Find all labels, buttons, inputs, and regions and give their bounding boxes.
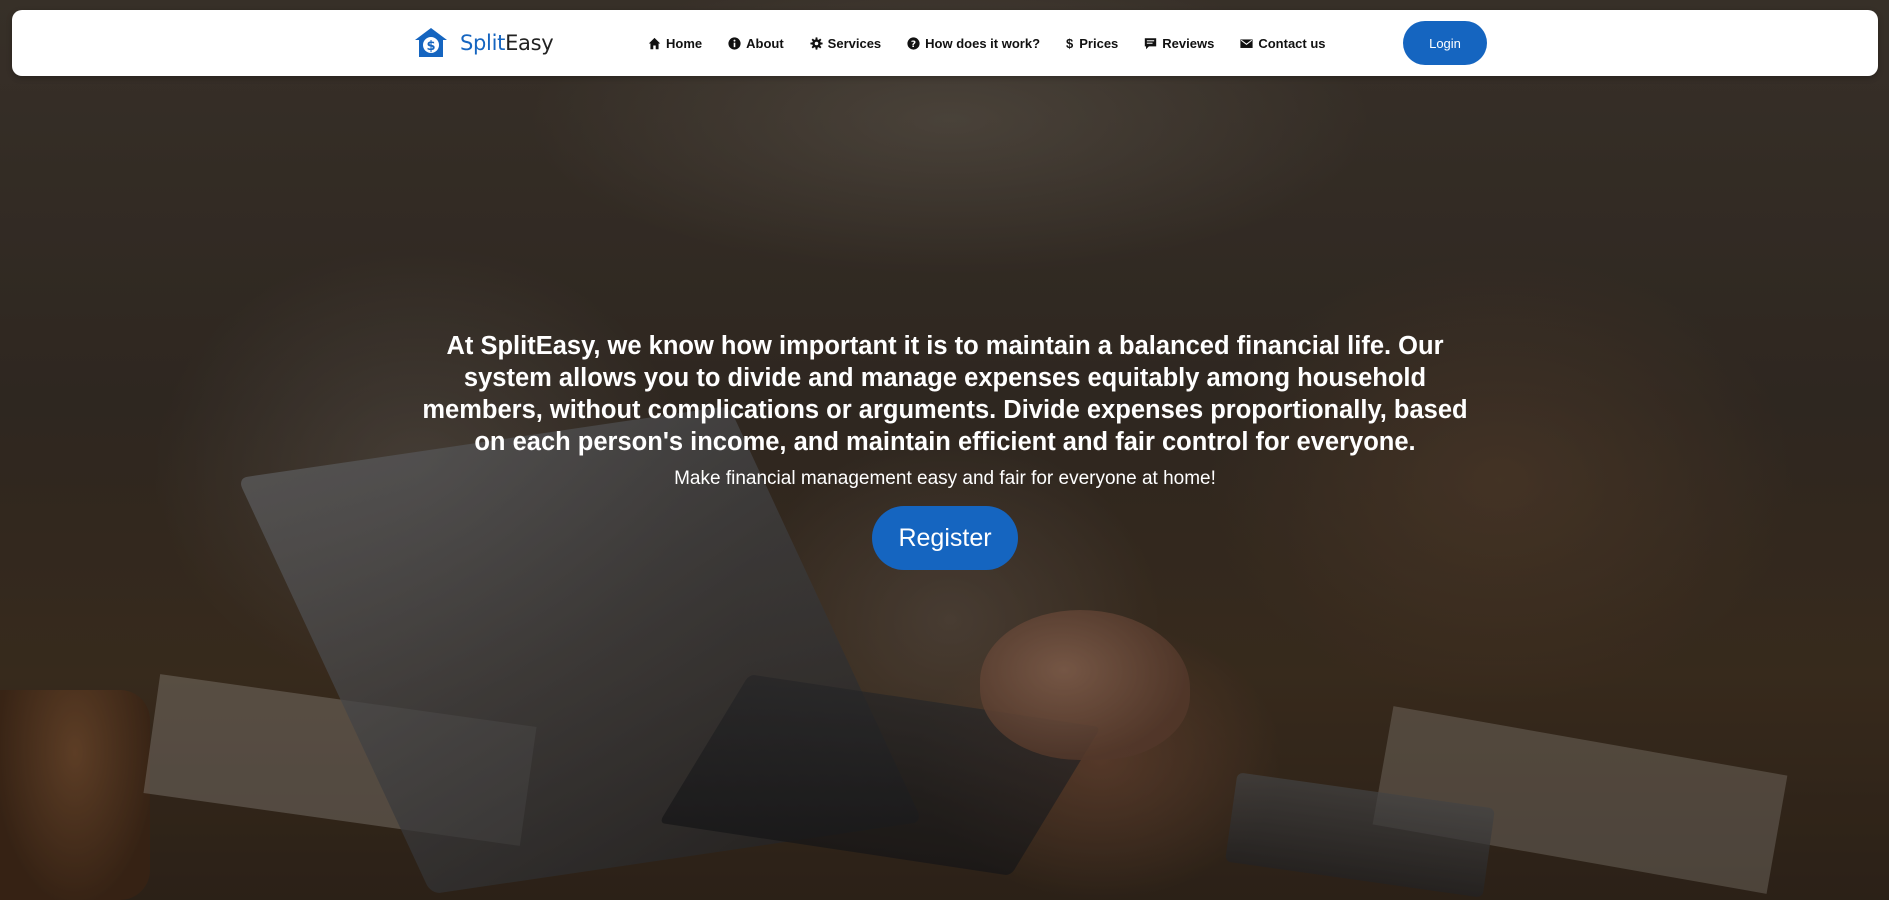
nav-item-how-it-works[interactable]: ? How does it work? (907, 36, 1040, 51)
nav-links: Home About Services ? How does it work? … (648, 10, 1352, 76)
envelope-icon (1240, 38, 1253, 48)
brand-name-accent: Split (460, 31, 506, 55)
nav-item-services[interactable]: Services (810, 35, 882, 51)
dollar-icon: $ (1066, 35, 1074, 51)
brand-logo-link[interactable]: $ SplitEasy (414, 26, 554, 60)
register-button[interactable]: Register (872, 506, 1018, 570)
nav-item-prices[interactable]: $ Prices (1066, 36, 1118, 51)
nav-item-label: How does it work? (925, 35, 1041, 51)
hero-content: At SplitEasy, we know how important it i… (420, 330, 1470, 570)
nav-item-label: Contact us (1258, 35, 1326, 51)
comment-icon (1145, 37, 1157, 49)
nav-item-about[interactable]: About (728, 36, 784, 51)
hero-headline: At SplitEasy, we know how important it i… (422, 332, 1468, 456)
navbar: $ SplitEasy Home About Services ? How do… (12, 10, 1878, 76)
nav-item-label: Home (666, 35, 703, 51)
nav-item-home[interactable]: Home (648, 36, 702, 51)
brand-name: SplitEasy (460, 31, 554, 55)
info-icon (728, 36, 741, 50)
question-icon: ? (907, 36, 920, 49)
svg-text:$: $ (426, 39, 435, 54)
house-dollar-icon: $ (415, 28, 447, 57)
nav-item-label: Reviews (1162, 35, 1215, 51)
login-button[interactable]: Login (1403, 21, 1487, 65)
nav-item-label: About (746, 35, 784, 51)
hero-subheadline: Make financial management easy and fair … (674, 468, 1216, 489)
nav-item-label: Prices (1079, 35, 1119, 51)
home-icon (648, 37, 661, 49)
nav-item-reviews[interactable]: Reviews (1144, 36, 1214, 51)
gear-icon (810, 36, 823, 50)
brand-name-rest: Easy (505, 31, 554, 55)
nav-item-contact[interactable]: Contact us (1240, 35, 1326, 51)
svg-text:?: ? (911, 39, 916, 49)
nav-item-label: Services (827, 35, 882, 51)
